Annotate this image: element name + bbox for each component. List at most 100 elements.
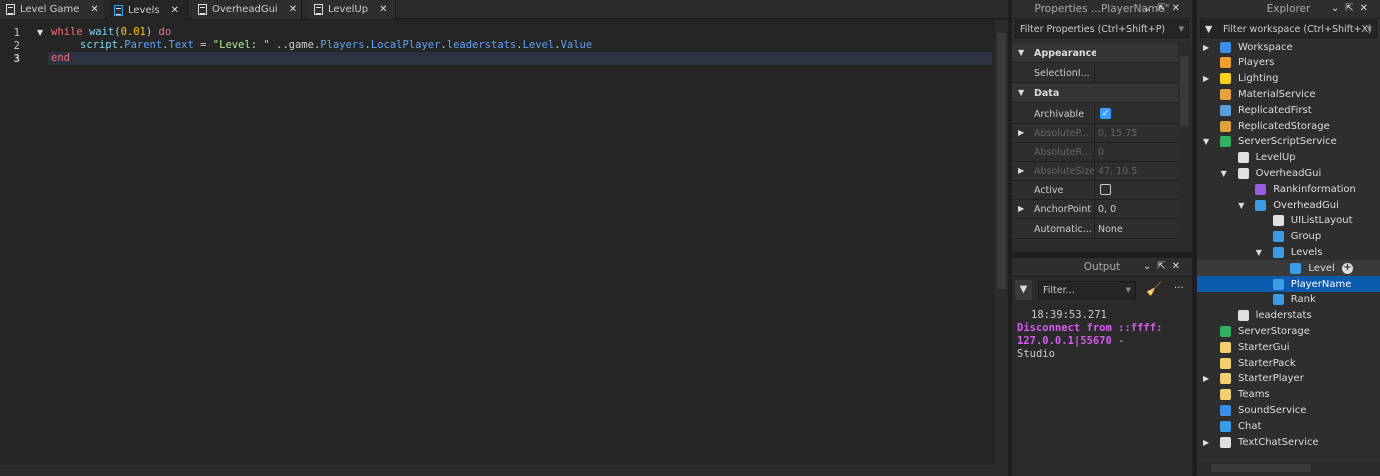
leaderstats-icon [1237,310,1249,322]
explorer-item[interactable]: Rank [1197,292,1380,308]
panel-controls[interactable]: ⌄⇱✕ [1143,261,1186,272]
explorer-item[interactable]: ▼ OverheadGui [1197,197,1380,213]
scrollbar-thumb[interactable] [997,33,1006,289]
property-value[interactable]: 0 [1098,147,1104,158]
add-object-icon[interactable]: + [1342,262,1353,274]
panel-controls[interactable]: ⌄⇱✕ [1331,3,1374,14]
property-row[interactable]: Automatic... None [1012,220,1178,239]
tab-overheadgui[interactable]: OverheadGui ✕ [192,0,302,19]
property-name: Active [1034,185,1064,196]
property-row[interactable]: Archivable ✓ [1012,105,1178,124]
expand-arrow-icon[interactable]: ▶ [1203,74,1209,83]
tab-levelup[interactable]: LevelUp ✕ [308,0,396,19]
chevron-down-icon[interactable]: ▼ [1367,25,1372,33]
property-row[interactable]: ▶ AbsoluteP... 0, 15.75 [1012,124,1178,143]
tab-level-game[interactable]: Level Game ✕ [0,0,106,19]
properties-horizontal-scrollbar[interactable] [1012,240,1192,251]
code-editor[interactable] [0,20,995,465]
output-filter-input[interactable]: Filter... ▼ [1038,281,1136,299]
explorer-item[interactable]: StarterPack [1197,355,1380,371]
explorer-item[interactable]: UIListLayout [1197,213,1380,229]
property-category[interactable]: ▼ Data [1012,84,1178,103]
filter-icon[interactable]: ▼ [1015,280,1032,300]
filter-properties-input[interactable]: Filter Properties (Ctrl+Shift+P) ▼ [1015,20,1189,38]
property-category[interactable]: ▼ Appearance [1012,44,1178,63]
explorer-item[interactable]: ▶ StarterPlayer [1197,371,1380,387]
collapse-arrow-icon[interactable]: ▼ [1238,201,1244,210]
property-row[interactable]: AbsoluteR... 0 [1012,143,1178,162]
expand-arrow-icon[interactable]: ▶ [1018,128,1024,137]
explorer-item[interactable]: Group [1197,229,1380,245]
local-script-icon [6,4,15,15]
explorer-item[interactable]: ▼ Levels [1197,244,1380,260]
close-icon[interactable]: ✕ [90,4,98,15]
expand-arrow-icon[interactable]: ▶ [1203,43,1209,52]
explorer-item[interactable]: ▶ Workspace [1197,39,1380,55]
panel-title: Explorer [1266,3,1311,15]
explorer-item[interactable]: PlayerName [1197,276,1380,292]
collapse-arrow-icon[interactable]: ▼ [1256,248,1262,257]
expand-arrow-icon[interactable]: ▶ [1018,166,1024,175]
explorer-item[interactable]: ▼ OverheadGui [1197,165,1380,181]
item-label: MaterialService [1238,88,1316,100]
explorer-item[interactable]: Chat [1197,418,1380,434]
chevron-down-icon[interactable]: ▼ [1126,286,1131,294]
explorer-item[interactable]: ▶ Lighting [1197,71,1380,87]
explorer-horizontal-scrollbar[interactable] [1197,462,1380,474]
property-value[interactable]: 0, 0 [1098,204,1116,215]
fold-toggle-icon[interactable]: ▼ [37,28,43,37]
close-icon[interactable]: ✕ [289,4,297,15]
property-row[interactable]: SelectionI... [1012,64,1178,83]
tab-levels[interactable]: Levels ✕ [108,0,188,20]
tab-label: Levels [128,4,160,16]
item-label: TextChatService [1238,436,1319,448]
code-line-3: end [51,52,70,64]
explorer-item[interactable]: Rankinformation [1197,181,1380,197]
explorer-item[interactable]: Players [1197,55,1380,71]
editor-horizontal-scrollbar[interactable] [0,465,1008,476]
filter-workspace-input[interactable]: ▼ Filter workspace (Ctrl+Shift+X) ▼ [1200,20,1377,38]
line-number: 1 [13,27,20,39]
item-label: StarterGui [1238,341,1290,353]
explorer-item[interactable]: MaterialService [1197,86,1380,102]
property-value[interactable]: 47, 10.5 [1098,166,1137,177]
collapse-arrow-icon[interactable]: ▼ [1018,48,1024,57]
property-row[interactable]: ▶ AnchorPoint 0, 0 [1012,200,1178,219]
explorer-item[interactable]: ServerStorage [1197,323,1380,339]
properties-scrollbar[interactable] [1178,42,1191,240]
property-value[interactable]: None [1098,224,1123,235]
log-message: Disconnect from ::ffff: [1017,322,1163,334]
collapse-arrow-icon[interactable]: ▼ [1018,88,1024,97]
collapse-arrow-icon[interactable]: ▼ [1203,137,1209,146]
explorer-item[interactable]: SoundService [1197,402,1380,418]
item-label: Teams [1238,389,1270,401]
explorer-item[interactable]: ▼ ServerScriptService [1197,134,1380,150]
item-label: OverheadGui [1255,167,1322,179]
property-value[interactable]: 0, 15.75 [1098,128,1137,139]
property-row[interactable]: Active [1012,181,1178,200]
item-label: PlayerName [1290,278,1352,290]
explorer-item[interactable]: leaderstats [1197,308,1380,324]
property-checkbox[interactable]: ✓ [1100,108,1111,119]
explorer-item[interactable]: StarterGui [1197,339,1380,355]
chevron-down-icon[interactable]: ▼ [1179,25,1184,33]
property-row[interactable]: ▶ AbsoluteSize 47, 10.5 [1012,162,1178,181]
explorer-item[interactable]: LevelUp [1197,150,1380,166]
starterplayer-icon [1220,373,1231,385]
expand-arrow-icon[interactable]: ▶ [1203,438,1209,447]
panel-controls[interactable]: ⌄⇱✕ [1143,3,1186,14]
explorer-item[interactable]: ReplicatedStorage [1197,118,1380,134]
output-panel: Output ⌄⇱✕ ▼ Filter... ▼ 🧹 ··· 18:39:53.27… [1012,258,1192,476]
expand-arrow-icon[interactable]: ▶ [1018,204,1024,213]
clear-output-broom-icon[interactable]: 🧹 [1146,282,1162,297]
explorer-item[interactable]: ▶ TextChatService [1197,434,1380,450]
more-options-button[interactable]: ··· [1174,283,1184,294]
explorer-item[interactable]: Level + [1197,260,1380,277]
expand-arrow-icon[interactable]: ▶ [1203,374,1209,383]
property-checkbox[interactable] [1100,184,1111,195]
explorer-item[interactable]: Teams [1197,387,1380,403]
close-icon[interactable]: ✕ [379,4,387,15]
collapse-arrow-icon[interactable]: ▼ [1221,169,1227,178]
explorer-item[interactable]: ReplicatedFirst [1197,102,1380,118]
close-icon[interactable]: ✕ [171,5,179,16]
